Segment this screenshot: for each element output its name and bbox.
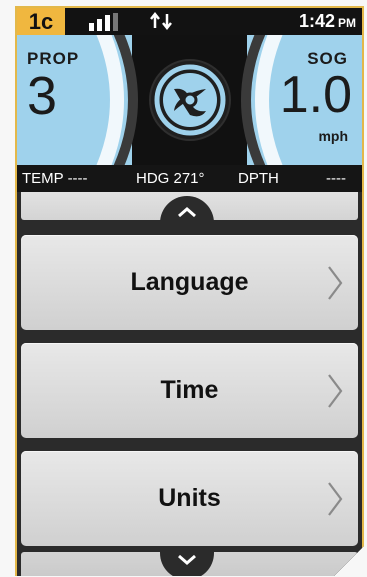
chevron-right-icon [326,481,344,517]
temp-readout: TEMP ---- [22,170,88,187]
chevron-right-icon [326,373,344,409]
clock: 1:42 PM [299,11,356,32]
data-transfer-icon [149,11,175,36]
propeller-icon [147,57,233,143]
gauge-panel: PROP 3 SOG 1.0 mph [17,35,362,165]
clock-time: 1:42 [298,11,335,31]
menu-item-label: Units [158,484,221,512]
step-badge: 1c [17,8,65,35]
menu-item-label: Language [130,268,249,296]
chevron-down-icon [177,554,197,566]
clock-ampm: PM [338,16,356,30]
menu-item-units[interactable]: Units [21,451,358,546]
heading-readout: HDG 271° [136,170,205,187]
chevron-up-icon [177,206,197,218]
menu-item-label: Time [160,376,219,404]
device-screen: 1c 1:42 PM PROP 3 SOG 1.0 mph TEMP ---- … [15,6,364,576]
menu-item-language[interactable]: Language [21,235,358,330]
menu-item-time[interactable]: Time [21,343,358,438]
signal-bars-icon [89,13,129,36]
scroll-down-button[interactable] [160,550,214,576]
depth-value: ---- [326,170,346,187]
settings-menu: Language Time Units [17,192,362,576]
status-bar: 1c 1:42 PM [17,8,362,35]
chevron-right-icon [326,265,344,301]
depth-label: DPTH [238,170,279,187]
readout-bar: TEMP ---- HDG 271° DPTH ---- [17,165,362,192]
